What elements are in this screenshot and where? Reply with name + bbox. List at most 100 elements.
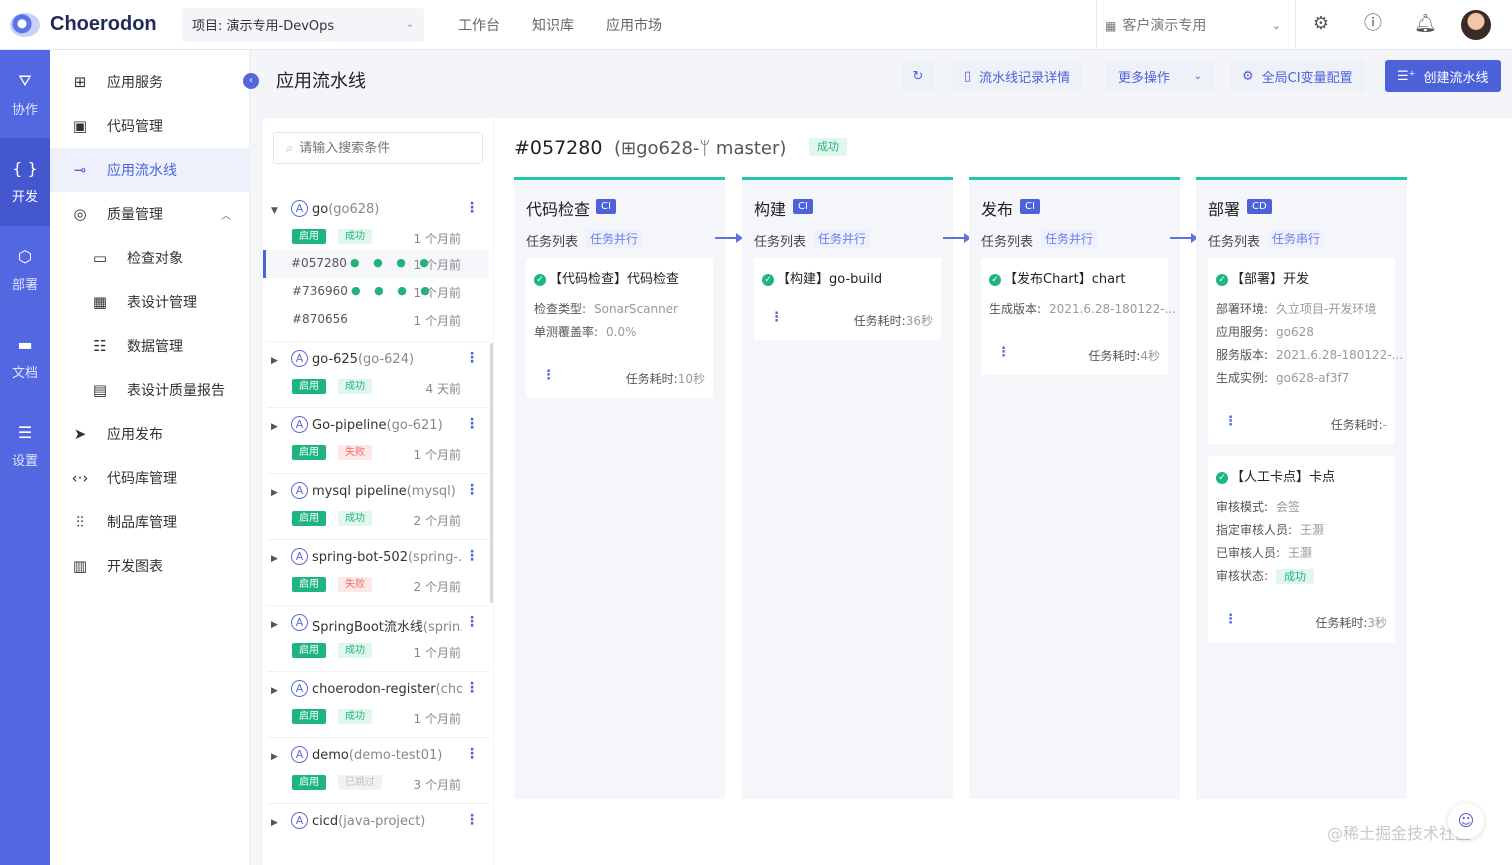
rail-item-deploy[interactable]: ⬡ 部署 [0,226,50,314]
caret-down-icon[interactable]: ▼ [271,206,278,216]
task-field: 已审核人员: 王灏 [1216,544,1312,561]
pipeline-time: 1 个月前 [413,646,461,660]
feedback-button[interactable]: ☺ [1448,803,1484,839]
pipeline-item[interactable]: ▼ Ago(go628) ⋮ 启用 成功 1 个月前 [267,192,489,250]
more-vertical-icon[interactable]: ⋮ [770,310,783,325]
caret-right-icon[interactable]: ▶ [271,488,278,498]
menu-item-artifact[interactable]: ⫶⫶ 制品库管理 [50,500,249,544]
chevron-up-icon: ︿ [221,210,231,222]
more-vertical-icon[interactable]: ⋮ [465,200,479,216]
pipeline-item[interactable]: ▶ Ademo(demo-test01) ⋮ 启用 已跳过 3 个月前 [267,738,489,804]
task-card[interactable]: ✓ 【部署】开发 部署环境: 久立项目-开发环境 应用服务: go628 服务版本: 2021… [1208,258,1403,444]
more-actions-button[interactable]: 更多操作 ⌄ [1106,60,1214,92]
menu-item-table-design[interactable]: ▦ 表设计管理 [50,280,249,324]
duration-label: 任务耗时: [1330,418,1383,432]
task-card[interactable]: ✓ 【人工卡点】卡点 审核模式: 会签 指定审核人员: 王灏 已审核人员: 王灏 审核状态: 成功… [1208,456,1395,642]
more-vertical-icon[interactable]: ⋮ [465,350,479,366]
menu-item-check-object[interactable]: ▭ 检查对象 [50,236,249,280]
caret-right-icon[interactable]: ▶ [271,818,278,828]
menu-label: 开发图表 [107,559,163,575]
menu-item-pipeline[interactable]: ⊸ 应用流水线 [50,148,249,192]
menu-item-quality[interactable]: ◎ 质量管理 ︿ [50,192,249,236]
org-selector[interactable]: ▦ 客户演示专用 ⌄ [1096,0,1296,50]
rail-item-dev[interactable]: { } 开发 [0,138,50,226]
more-vertical-icon[interactable]: ⋮ [1224,612,1237,627]
app-logo[interactable]: Choerodon [0,0,172,50]
more-vertical-icon[interactable]: ⋮ [465,548,479,564]
more-vertical-icon[interactable]: ⋮ [465,482,479,498]
refresh-button[interactable]: ↻ [902,60,934,92]
check-circle-icon: ✓ [989,274,1001,286]
nav-knowledge[interactable]: 知识库 [532,15,574,35]
caret-right-icon[interactable]: ▶ [271,356,278,366]
caret-right-icon[interactable]: ▶ [271,752,278,762]
field-label: 已审核人员: [1216,546,1281,560]
task-card[interactable]: ✓ 【构建】go-build ⋮ 任务耗时:36秒 [754,258,941,340]
more-vertical-icon[interactable]: ⋮ [542,368,555,383]
menu-item-repo-manage[interactable]: ‹·› 代码库管理 [50,456,249,500]
record-item[interactable]: #736960 ● ● ● ● 1 个月前 [267,278,489,306]
bell-icon[interactable]: 🔔︎ [1414,13,1437,35]
global-ci-vars-button[interactable]: ⚙ 全局CI变量配置 [1230,60,1365,92]
nav-market[interactable]: 应用市场 [606,15,662,35]
caret-right-icon[interactable]: ▶ [271,686,278,696]
task-card[interactable]: ✓ 【发布Chart】chart 生成版本: 2021.6.28-180122-...… [981,258,1176,375]
pipeline-name-text: Go-pipeline [312,418,387,433]
record-branch: (⊞go628-ᛘ master) [614,138,787,159]
more-vertical-icon[interactable]: ⋮ [465,812,479,828]
app-icon: A [291,548,308,565]
menu-item-data-manage[interactable]: ☷ 数据管理 [50,324,249,368]
task-mode-tag: 任务并行 [1041,230,1098,248]
menu-item-code-manage[interactable]: ▣ 代码管理 [50,104,249,148]
rail-item-collab[interactable]: ⛛ 协作 [0,50,50,138]
menu-item-quality-report[interactable]: ▤ 表设计质量报告 [50,368,249,412]
caret-right-icon[interactable]: ▶ [271,620,278,630]
help-icon[interactable]: ⓘ [1362,13,1384,35]
more-vertical-icon[interactable]: ⋮ [997,345,1010,360]
deploy-icon: ⬡ [18,247,32,266]
records-detail-button[interactable]: ▯ 流水线记录详情 [952,60,1083,92]
more-vertical-icon[interactable]: ⋮ [465,746,479,762]
project-selector[interactable]: 项目: 演示专用-DevOps ⌄ [182,7,424,42]
list-scrollbar[interactable] [490,343,493,603]
create-pipeline-button[interactable]: ☰⁺ 创建流水线 [1385,60,1501,92]
status-tag: 成功 [338,379,372,394]
gear-icon[interactable]: ⚙ [1310,13,1332,35]
record-item[interactable]: #057280 ● ● ● ● 1 个月前 [263,250,489,278]
check-circle-icon: ✓ [534,274,546,286]
task-field: 生成版本: 2021.6.28-180122-... [989,300,1176,317]
more-vertical-icon[interactable]: ⋮ [465,680,479,696]
more-vertical-icon[interactable]: ⋮ [465,614,479,630]
task-card[interactable]: ✓ 【代码检查】代码检查 检查类型: SonarScanner 单测覆盖率: 0.0% ⋮ 任… [526,258,713,398]
pipeline-item[interactable]: ▶ Ago-625(go-624) ⋮ 启用 成功 4 天前 [267,342,489,408]
field-value: 2021.6.28-180122-... [1049,302,1177,316]
pipeline-name: SpringBoot流水线(sprin... [312,616,462,635]
task-list-label: 任务列表 [981,235,1034,250]
pipeline-item[interactable]: ▶ Aspring-bot-502(spring-...⋮ 启用失败 2 个月前 [267,540,489,606]
task-field: 部署环境: 久立项目-开发环境 [1216,300,1376,317]
more-vertical-icon[interactable]: ⋮ [1224,414,1237,429]
record-icon: ▯ [964,68,972,84]
menu-item-release[interactable]: ➤ 应用发布 [50,412,249,456]
pipeline-item[interactable]: ▶ A Go-pipeline(go-621) ⋮ 启用 失败 1 个月前 [267,408,489,474]
avatar[interactable] [1461,10,1491,40]
menu-item-dev-chart[interactable]: ▥ 开发图表 [50,544,249,588]
pipeline-item[interactable]: ▶ Amysql pipeline(mysql) ⋮ 启用 成功 2 个月前 [267,474,489,540]
menu-label: 数据管理 [127,339,183,355]
menu-item-app-service[interactable]: ⊞ 应用服务 [50,60,249,104]
duration-value: - [1382,418,1387,432]
nav-workbench[interactable]: 工作台 [458,15,500,35]
search-box[interactable]: ⌕ [273,132,483,164]
search-input[interactable] [299,140,460,156]
pipeline-item[interactable]: ▶ Achoerodon-register(cho...⋮ 启用成功 1 个月前 [267,672,489,738]
rail-item-settings[interactable]: ☰ 设置 [0,402,50,490]
caret-right-icon[interactable]: ▶ [271,554,278,564]
rail-item-doc[interactable]: ▬ 文档 [0,314,50,402]
pipeline-item[interactable]: ▶ASpringBoot流水线(sprin...⋮启用成功1 个月前 [267,606,489,672]
caret-right-icon[interactable]: ▶ [271,422,278,432]
record-item[interactable]: #870656 1 个月前 [267,306,489,334]
pipeline-item[interactable]: ▶ Acicd(java-project) ⋮ [267,804,489,865]
more-vertical-icon[interactable]: ⋮ [465,416,479,432]
enable-tag: 启用 [292,775,326,790]
menu-label: 代码库管理 [107,471,177,487]
